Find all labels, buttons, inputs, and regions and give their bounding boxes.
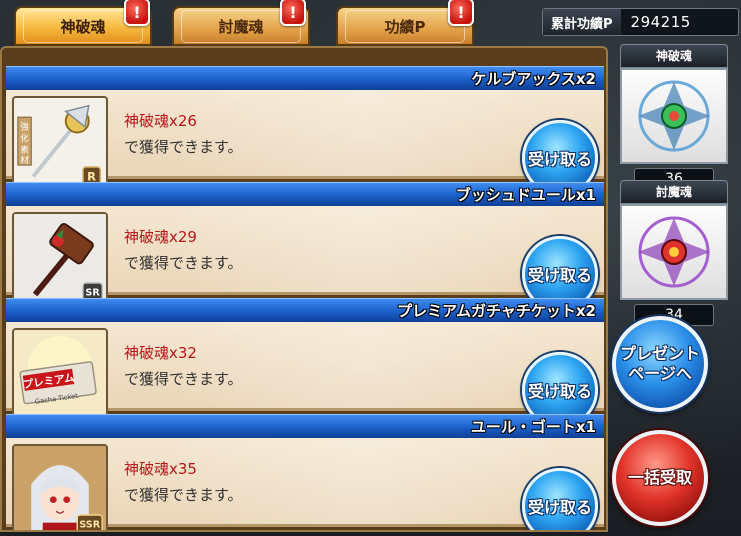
reward-body: プレミアム Gacha Ticket 神破魂x32 で獲得できます。 受け取る [6,322,604,428]
toma-soul-icon [620,204,728,300]
hammer-icon: SR [12,212,108,308]
reward-body: SSR 神破魂x35 で獲得できます。 受け取る [6,438,604,530]
reward-row: ユール・ゴートx1 SSR 神破魂x35 で獲得できます。 受け取る [6,414,604,530]
reward-list[interactable]: ケルブアックスx2 強 化 素 材 R 神破魂x26 で獲得できます。 受け取る… [0,46,608,532]
present-page-button[interactable]: プレゼント ページへ [612,316,708,412]
soul-card-shinpa: 神破魂 36 [620,44,728,190]
rarity-badge: SR [85,287,100,298]
alert-badge: ! [448,0,474,26]
reward-row: ブッシュドユールx1 SR 神破魂x29 で獲得できます。 受け取る [6,182,604,312]
reward-body: 強 化 素 材 R 神破魂x26 で獲得できます。 受け取る [6,90,604,196]
thumb-tag-char: 化 [20,132,29,144]
reward-row: ケルブアックスx2 強 化 素 材 R 神破魂x26 で獲得できます。 受け取る [6,66,604,196]
thumb-tag-char: 材 [20,154,29,166]
reward-name: プレミアムガチャチケットx2 [6,298,604,322]
reward-note: で獲得できます。 [124,138,243,156]
present-page-button-label: プレゼント ページへ [619,344,700,383]
tab-merit-points[interactable]: 功績P ! [336,0,474,46]
reward-requirement: 神破魂x29 [124,228,197,246]
tab-merit-points-label: 功績P [345,9,465,43]
receive-all-button-label: 一括受取 [627,468,692,487]
reward-requirement: 神破魂x35 [124,460,197,478]
character-portrait-icon: SSR [12,444,108,530]
reward-note: で獲得できます。 [124,486,243,504]
reward-name: ユール・ゴートx1 [6,414,604,438]
merit-points-value: 294215 [630,13,691,31]
rarity-badge: SSR [79,519,100,530]
axe-icon: 強 化 素 材 R [12,96,108,192]
receive-all-button[interactable]: 一括受取 [612,430,708,526]
tab-shinpa[interactable]: 神破魂 ! [14,0,152,46]
receive-button[interactable]: 受け取る [522,468,598,530]
soul-card-title: 神破魂 [620,44,728,68]
thumb-tag-char: 強 [20,121,29,133]
reward-row: プレミアムガチャチケットx2 プレミアム Gacha Ticket 神破魂x32… [6,298,604,428]
soul-card-title: 討魔魂 [620,180,728,204]
thumb-tag-char: 素 [20,144,29,156]
merit-points-display: 累計功績P 294215 [542,8,739,36]
reward-requirement: 神破魂x32 [124,344,197,362]
merit-points-label: 累計功績P [543,9,621,35]
reward-note: で獲得できます。 [124,370,243,388]
tab-toma[interactable]: 討魔魂 ! [172,0,310,46]
alert-badge: ! [280,0,306,26]
reward-requirement: 神破魂x26 [124,112,197,130]
reward-name: ブッシュドユールx1 [6,182,604,206]
reward-body: SR 神破魂x29 で獲得できます。 受け取る [6,206,604,312]
reward-name: ケルブアックスx2 [6,66,604,90]
ticket-icon: プレミアム Gacha Ticket [12,328,108,424]
reward-note: で獲得できます。 [124,254,243,272]
soul-card-toma: 討魔魂 34 [620,180,728,326]
shinpa-soul-icon [620,68,728,164]
alert-badge: ! [124,0,150,26]
